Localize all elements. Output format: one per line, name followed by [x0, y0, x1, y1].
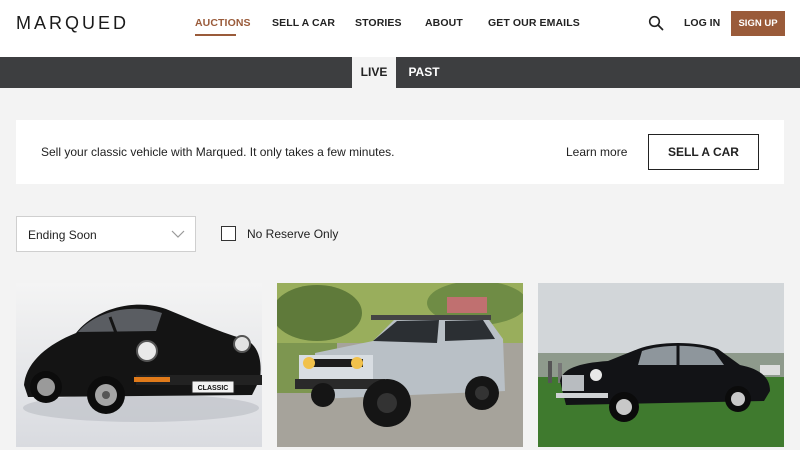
signup-button[interactable]: SIGN UP	[731, 11, 785, 36]
active-nav-underline	[195, 34, 236, 36]
nav-item-stories[interactable]: STORIES	[355, 17, 402, 29]
tab-past[interactable]: PAST	[400, 57, 448, 88]
listing-card-fj-cruiser[interactable]	[277, 283, 523, 447]
black-porsche-911-photo[interactable]: CLASSIC	[16, 283, 262, 447]
silver-toyota-fj-cruiser-photo[interactable]	[277, 283, 523, 447]
tab-live[interactable]: LIVE	[352, 57, 396, 88]
license-plate-text: CLASSIC	[198, 385, 229, 392]
no-reserve-checkbox[interactable]	[221, 226, 236, 241]
sell-banner: Sell your classic vehicle with Marqued. …	[16, 120, 784, 184]
nav-item-about[interactable]: ABOUT	[425, 17, 463, 29]
auction-tabs: LIVE PAST	[0, 57, 800, 88]
site-header: MARQUED AUCTIONS SELL A CAR STORIES ABOU…	[0, 0, 800, 57]
sort-select-value: Ending Soon	[28, 228, 97, 242]
login-link[interactable]: LOG IN	[684, 17, 720, 29]
no-reserve-label[interactable]: No Reserve Only	[247, 227, 338, 241]
chevron-down-icon	[171, 230, 185, 238]
main-nav: AUCTIONS SELL A CAR STORIES ABOUT GET OU…	[0, 17, 800, 37]
listing-card-porsche[interactable]: CLASSIC	[16, 283, 262, 447]
learn-more-link[interactable]: Learn more	[566, 145, 627, 159]
black-vintage-coupe-concours-photo[interactable]	[538, 283, 784, 447]
sell-banner-text: Sell your classic vehicle with Marqued. …	[41, 145, 395, 159]
nav-item-auctions[interactable]: AUCTIONS	[195, 17, 251, 29]
nav-item-get-our-emails[interactable]: GET OUR EMAILS	[488, 17, 580, 29]
search-icon[interactable]	[648, 15, 664, 31]
nav-item-sell-a-car[interactable]: SELL A CAR	[272, 17, 335, 29]
sell-a-car-button[interactable]: SELL A CAR	[648, 134, 759, 170]
listing-card-vintage-coupe[interactable]	[538, 283, 784, 447]
sort-select[interactable]: Ending Soon	[16, 216, 196, 252]
